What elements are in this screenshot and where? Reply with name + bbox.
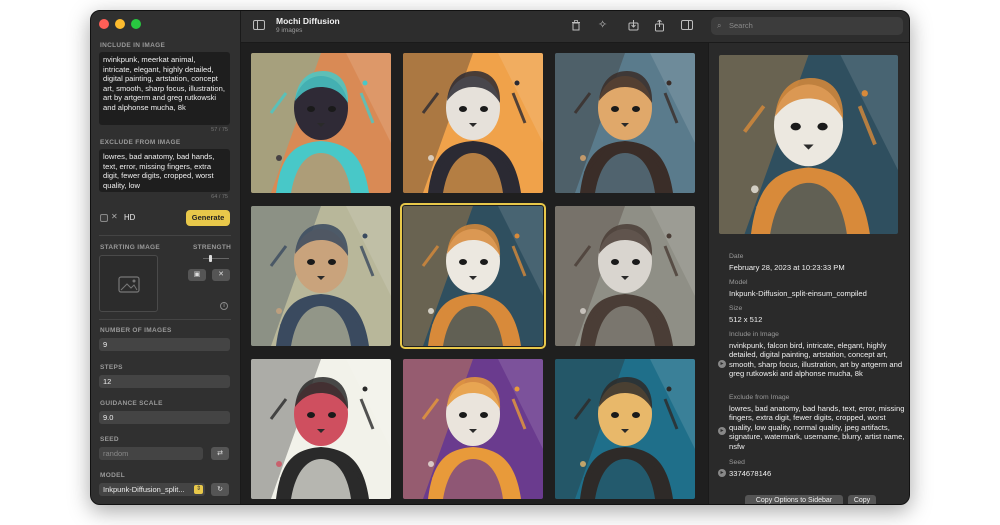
copy-button[interactable]: Copy	[848, 495, 876, 504]
gallery-image-man[interactable]	[555, 53, 695, 193]
shuffle-icon: ⇄	[217, 450, 223, 457]
model-value: Inkpunk-Diffusion_split-einsum_compiled	[729, 289, 867, 298]
steps-field[interactable]: 12	[99, 375, 230, 388]
refresh-icon: ↻	[217, 486, 223, 493]
choose-image-button[interactable]: ▣	[188, 269, 206, 281]
trash-icon[interactable]	[571, 20, 581, 34]
steps-label: STEPS	[100, 364, 123, 371]
toolbar: Mochi Diffusion 9 images ✧ ⌕ Search	[241, 11, 909, 43]
exclude-value: lowres, bad anatomy, bad hands, text, er…	[729, 404, 905, 451]
model-label: MODEL	[100, 472, 125, 479]
selected-image-preview	[719, 55, 898, 234]
gallery-image-falcon[interactable]	[400, 203, 546, 349]
divider	[99, 319, 231, 320]
gallery-image-dog[interactable]	[403, 53, 543, 193]
copy-include-icon[interactable]: ▸	[718, 360, 726, 368]
detail-panel: Date February 28, 2023 at 10:23:33 PM Mo…	[708, 43, 909, 504]
include-label: INCLUDE IN IMAGE	[100, 42, 166, 49]
sidebar: INCLUDE IN IMAGE nvinkpunk, meerkat anim…	[91, 11, 241, 504]
generate-button[interactable]: Generate	[186, 210, 230, 226]
copy-exclude-icon[interactable]: ▸	[718, 427, 726, 435]
number-of-images-field[interactable]: 9	[99, 338, 230, 351]
hd-checkbox[interactable]	[100, 214, 108, 222]
starting-image-label: STARTING IMAGE	[100, 244, 161, 251]
search-input[interactable]: ⌕ Search	[711, 17, 903, 35]
share-icon[interactable]	[654, 19, 665, 35]
photo-placeholder-icon	[118, 276, 140, 293]
search-placeholder: Search	[729, 21, 753, 30]
window-title: Mochi Diffusion	[276, 16, 340, 26]
model-select-value: Inkpunk-Diffusion_split...	[103, 485, 185, 494]
starting-image-well[interactable]	[99, 255, 158, 312]
divider	[99, 235, 231, 236]
guidance-scale-field[interactable]: 9.0	[99, 411, 230, 424]
model-label: Model	[729, 279, 748, 286]
seed-field[interactable]: random	[99, 447, 203, 460]
size-value: 512 x 512	[729, 315, 763, 324]
search-icon: ⌕	[717, 21, 722, 30]
minimize-window-button[interactable]	[115, 19, 125, 29]
reload-models-button[interactable]: ↻	[211, 483, 229, 496]
gallery-image-cat[interactable]	[251, 206, 391, 346]
download-icon[interactable]	[628, 20, 639, 34]
zoom-window-button[interactable]	[131, 19, 141, 29]
sidebar-toggle-icon[interactable]	[253, 20, 265, 30]
strength-slider-handle[interactable]	[209, 255, 212, 262]
date-value: February 28, 2023 at 10:23:33 PM	[729, 263, 845, 272]
date-label: Date	[729, 253, 744, 260]
exclude-prompt-input[interactable]: lowres, bad anatomy, bad hands, text, er…	[99, 149, 230, 192]
seed-value: 3374678146	[729, 469, 772, 478]
strength-slider-track[interactable]	[203, 258, 229, 259]
gallery-image-raccoon[interactable]	[555, 206, 695, 346]
include-label: Include in Image	[729, 331, 779, 338]
guidance-scale-label: GUIDANCE SCALE	[100, 400, 163, 407]
include-prompt-input[interactable]: nvinkpunk, meerkat animal, intricate, el…	[99, 52, 230, 125]
photo-icon: ▣	[193, 271, 201, 278]
include-token-count: 57 / 75	[211, 127, 228, 133]
info-icon[interactable]: i	[220, 302, 228, 310]
app-window: INCLUDE IN IMAGE nvinkpunk, meerkat anim…	[90, 10, 910, 505]
gallery-image-ferret[interactable]	[403, 359, 543, 499]
strength-label: STRENGTH	[193, 244, 232, 251]
gallery-image-meerkat[interactable]	[555, 359, 695, 499]
copy-options-button[interactable]: Copy Options to Sidebar	[745, 495, 843, 504]
gallery-image-panda[interactable]	[251, 359, 391, 499]
shuffle-seed-button[interactable]: ⇄	[211, 447, 229, 460]
chevron-up-down-icon: ⇕	[194, 485, 203, 494]
copy-seed-icon[interactable]: ▸	[718, 469, 726, 477]
seed-label: SEED	[100, 436, 119, 443]
exclude-label: EXCLUDE FROM IMAGE	[100, 139, 181, 146]
exclude-token-count: 64 / 75	[211, 194, 228, 200]
magic-wand-icon[interactable]: ✧	[598, 18, 607, 31]
close-icon: ✕	[218, 271, 224, 278]
clear-image-button[interactable]: ✕	[212, 269, 230, 281]
hd-label: HD	[124, 213, 136, 222]
seed-label: Seed	[729, 459, 745, 466]
close-window-button[interactable]	[99, 19, 109, 29]
inspector-icon[interactable]	[681, 20, 693, 33]
window-controls	[99, 19, 141, 29]
image-count: 9 images	[276, 27, 303, 34]
image-gallery	[241, 43, 708, 504]
include-value: nvinkpunk, falcon bird, intricate, elega…	[729, 341, 903, 379]
wrench-icon: ✕	[111, 212, 118, 221]
gallery-image-woman[interactable]	[251, 53, 391, 193]
number-of-images-label: NUMBER OF IMAGES	[100, 327, 172, 334]
size-label: Size	[729, 305, 743, 312]
model-select[interactable]: Inkpunk-Diffusion_split... ⇕	[99, 483, 205, 496]
exclude-label: Exclude from Image	[729, 394, 790, 401]
